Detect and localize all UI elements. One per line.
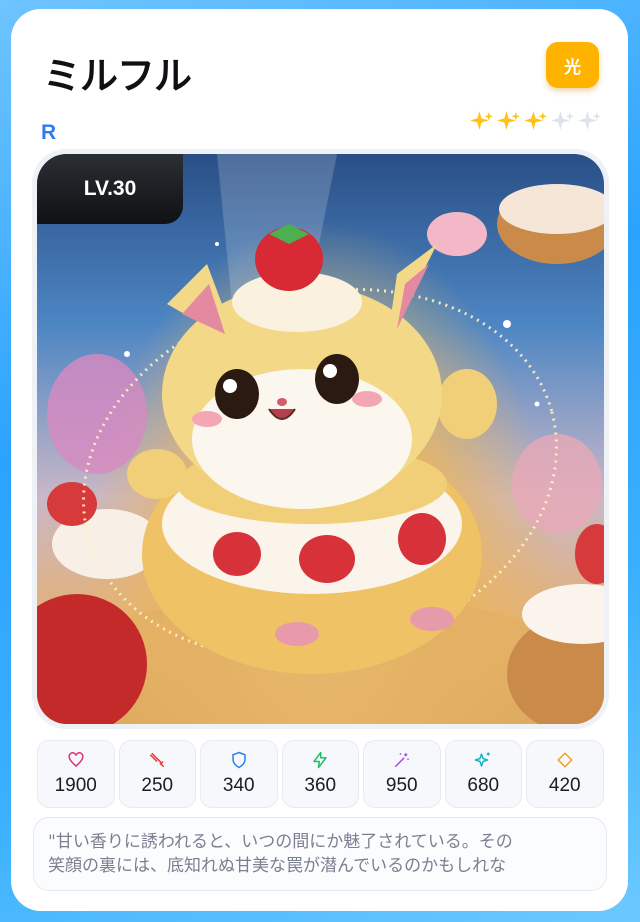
level-badge: LV.30 [37,154,183,224]
star-filled-icon [497,111,520,130]
monster-artwork: LV.30 [37,154,604,724]
heart-icon [68,752,84,767]
stat-hp: 1900 [37,740,115,808]
stat-value: 1900 [54,775,97,796]
stat-value: 360 [304,775,337,796]
stat-speed: 360 [281,740,359,808]
shield-icon [232,751,246,769]
diamond-icon [557,752,573,768]
lightning-icon [313,751,327,769]
star-empty-icon [578,111,601,130]
description-line: "甘い香りに誘われると、いつの間にか魅了されている。その [48,832,513,852]
stat-defense: 340 [200,740,278,808]
stat-luck: 420 [526,740,604,808]
stat-value: 250 [141,775,174,796]
stat-spirit: 680 [444,740,522,808]
star-filled-icon [524,111,547,130]
star-empty-icon [551,111,574,130]
rarity-label: R [41,121,57,144]
description-box: "甘い香りに誘われると、いつの間にか魅了されている。その 笑顔の裏には、底知れぬ… [33,817,607,891]
stat-attack: 250 [118,740,196,808]
stat-value: 680 [467,775,500,796]
card-name: ミルフル [43,54,192,98]
monster-illustration [37,154,604,724]
star-rating [469,109,602,134]
stat-value: 950 [385,775,418,796]
description-line: 笑顔の裏には、底知れぬ甘美な罠が潜んでいるのかもしれな [48,856,507,876]
attribute-badge: 光 [546,42,599,88]
stat-value: 340 [222,775,255,796]
sword-icon [149,752,165,768]
stat-magic: 950 [363,740,441,808]
sparkle-icon [475,752,490,767]
star-filled-icon [470,111,493,130]
monster-card: ミルフル 光 R LV.30 1900 250 340 360 950 680 … [11,9,628,911]
magic-wand-icon [394,753,409,768]
artwork-frame: LV.30 [32,149,609,729]
stats-row: 1900 250 340 360 950 680 420 [37,740,604,808]
stat-value: 420 [548,775,581,796]
